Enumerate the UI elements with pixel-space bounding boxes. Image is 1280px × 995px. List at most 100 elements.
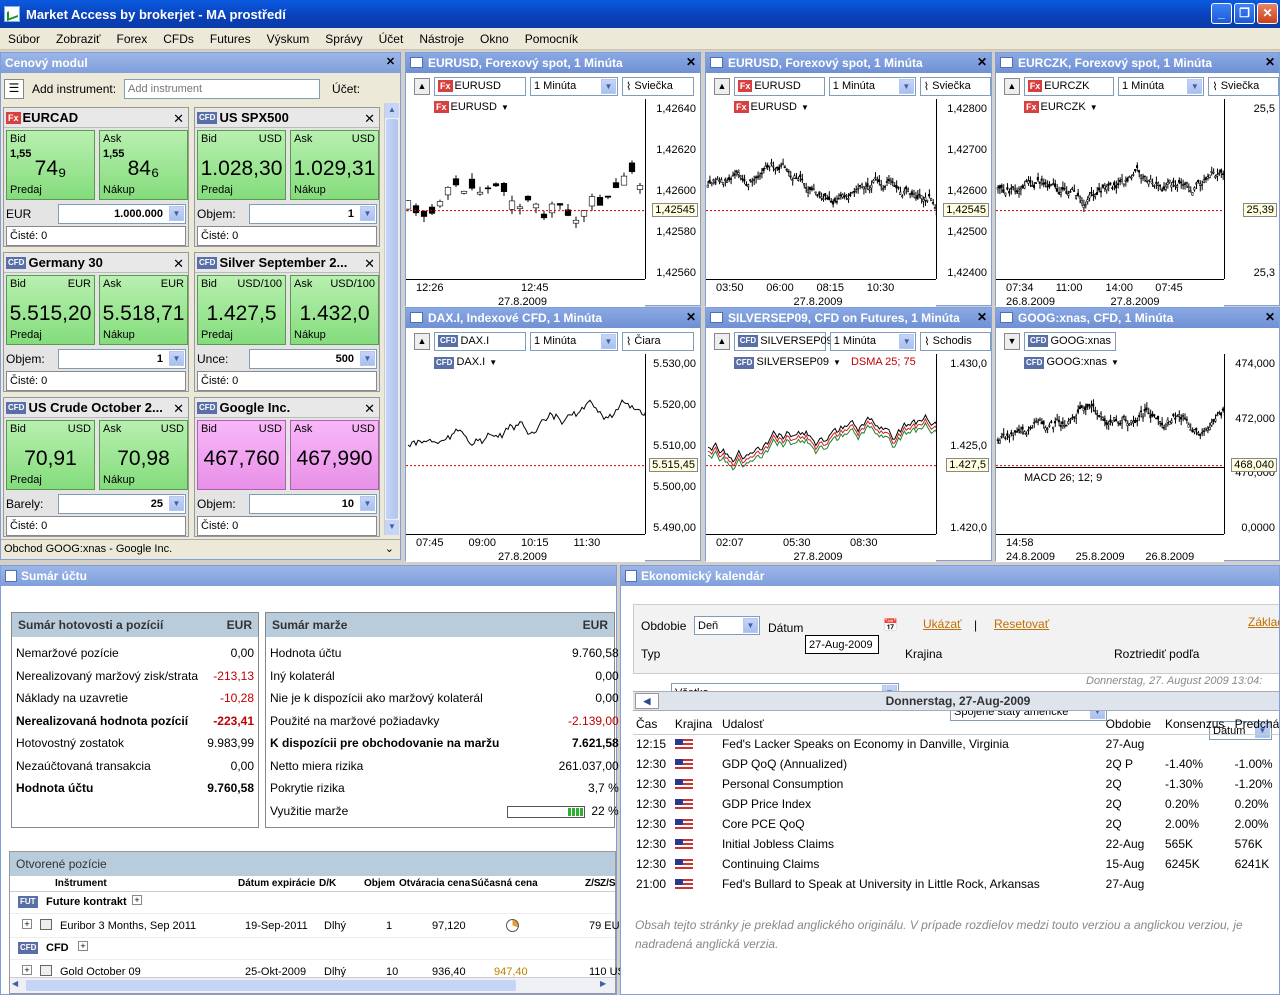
menu-item[interactable]: Pomocník: [517, 32, 586, 46]
instrument-header[interactable]: CFD US Crude October 2... ✕: [4, 398, 188, 418]
collapse-toolbar-icon[interactable]: ▲: [414, 332, 430, 350]
menu-item[interactable]: Zobraziť: [48, 32, 109, 46]
ask-button[interactable]: Ask USD 70,98 Nákup: [99, 420, 188, 490]
position-group[interactable]: FUT Future kontrakt +: [10, 892, 615, 914]
add-instrument-input[interactable]: [124, 78, 321, 99]
close-icon[interactable]: ✕: [977, 311, 987, 323]
timeframe-select[interactable]: 1 Minúta ▼: [828, 76, 916, 96]
chart-legend[interactable]: CFD DAX.I ▼: [434, 356, 498, 369]
scrollbar[interactable]: ▲ ▼: [384, 103, 399, 535]
quantity-input[interactable]: 1 ▼: [58, 349, 186, 369]
calendar-event-row[interactable]: 12:30 Core PCE QoQ 2Q 2.00% 2.00%: [633, 814, 1279, 834]
y-axis[interactable]: 1.430,0 1.425,0 1.420,0 1.427,5: [936, 354, 991, 534]
x-axis[interactable]: 12:26 12:45 27.8.2009: [406, 279, 645, 308]
chart-legend[interactable]: Fx EURUSD ▼: [434, 101, 509, 113]
reset-link[interactable]: Resetovať: [994, 617, 1049, 631]
chevron-down-icon[interactable]: ▼: [169, 496, 184, 511]
close-icon[interactable]: ✕: [686, 311, 696, 323]
instrument-header[interactable]: CFD US SPX500 ✕: [195, 108, 379, 128]
ask-button[interactable]: Ask USD/100 1.432,0 Nákup: [290, 275, 379, 345]
close-icon[interactable]: ✕: [364, 256, 375, 272]
chevron-down-icon[interactable]: ▼: [1187, 78, 1203, 94]
chart-type-select[interactable]: ⌇ Sviečka: [622, 76, 694, 96]
chevron-down-icon[interactable]: ▼: [169, 206, 184, 221]
x-axis[interactable]: 03:50 06:00 08:15 10:30 27.8.2009: [706, 279, 936, 308]
quantity-input[interactable]: 25 ▼: [58, 494, 186, 514]
calendar-column-header[interactable]: Krajina: [672, 714, 719, 734]
scroll-thumb[interactable]: [26, 980, 516, 991]
calendar-event-row[interactable]: 12:30 Continuing Claims 15-Aug 6245K 6241K: [633, 854, 1279, 874]
timeframe-select[interactable]: 1 Minúta ▼: [530, 331, 618, 351]
price-plot[interactable]: [706, 354, 937, 534]
column-header[interactable]: Dátum expirácie: [238, 878, 315, 889]
chevron-down-icon[interactable]: ▼: [833, 358, 841, 367]
chevron-down-icon[interactable]: ▼: [601, 333, 616, 349]
calendar-event-row[interactable]: 12:30 GDP QoQ (Annualized) 2Q P -1.40% -1.00…: [633, 754, 1279, 774]
chart-legend[interactable]: Fx EURCZK ▼: [1024, 101, 1098, 113]
column-header[interactable]: Z/S: [600, 878, 616, 889]
basic-link[interactable]: Základ: [1248, 615, 1279, 629]
scroll-left-icon[interactable]: ◀: [12, 979, 24, 992]
chevron-down-icon[interactable]: ▼: [743, 618, 758, 633]
expand-icon[interactable]: +: [22, 919, 32, 929]
calendar-column-header[interactable]: Predcház: [1232, 714, 1279, 734]
collapse-toolbar-icon[interactable]: ▼: [1004, 332, 1020, 350]
price-plot[interactable]: [996, 99, 1225, 279]
price-plot[interactable]: [406, 99, 646, 279]
quantity-input[interactable]: 10 ▼: [249, 494, 377, 514]
chevron-down-icon[interactable]: ▼: [360, 351, 375, 366]
calendar-column-header[interactable]: Konsenzus: [1162, 714, 1232, 734]
chart-type-select[interactable]: ⌇ Sviečka: [919, 76, 991, 96]
close-icon[interactable]: ✕: [364, 401, 375, 417]
chart-type-select[interactable]: ⌇ Čiara: [622, 331, 694, 351]
minimize-button[interactable]: _: [1211, 3, 1232, 24]
ask-button[interactable]: Ask USD 467,990: [290, 420, 379, 490]
collapse-toolbar-icon[interactable]: ▲: [714, 332, 730, 350]
chevron-down-icon[interactable]: ▼: [1111, 358, 1119, 367]
scroll-thumb[interactable]: [386, 119, 398, 519]
macd-legend[interactable]: MACD 26; 12; 9: [1024, 472, 1103, 484]
column-header[interactable]: Z/S: [585, 878, 601, 889]
chart-legend[interactable]: CFD GOOG:xnas ▼: [1024, 356, 1119, 369]
position-row[interactable]: + Euribor 3 Months, Sep 2011 19-Sep-2011 Dl…: [10, 914, 628, 938]
x-axis[interactable]: 07:34 11:00 14:00 07:45 26.8.2009 27.8.2009: [996, 279, 1224, 308]
quantity-input[interactable]: 1 ▼: [249, 204, 377, 224]
column-header[interactable]: Inštrument: [55, 878, 107, 889]
chevron-down-icon[interactable]: ▼: [501, 103, 509, 112]
x-axis[interactable]: 07:45 09:00 10:15 11:30 27.8.2009: [406, 534, 645, 563]
calendar-picker-icon[interactable]: 📅: [883, 618, 898, 632]
y-axis[interactable]: 25,5 25,3 25,39: [1224, 99, 1279, 279]
instrument-header[interactable]: CFD Google Inc. ✕: [195, 398, 379, 418]
instrument-tile[interactable]: Fx EURCAD ✕ Bid 1,55 74₉ Predaj Ask 1,55 84₆ Nákup…: [3, 107, 189, 247]
bid-button[interactable]: Bid USD 70,91 Predaj: [6, 420, 95, 490]
calendar-event-row[interactable]: 12:30 Personal Consumption 2Q -1.30% -1.20%: [633, 774, 1279, 794]
quantity-input[interactable]: 1.000.000 ▼: [58, 204, 186, 224]
close-icon[interactable]: ✕: [1265, 311, 1275, 323]
scroll-up-icon[interactable]: ▲: [385, 103, 399, 118]
chevron-down-icon[interactable]: ▼: [489, 358, 497, 367]
period-select[interactable]: Deň ▼: [694, 616, 760, 635]
chevron-down-icon[interactable]: ▼: [899, 333, 915, 349]
expand-icon[interactable]: +: [78, 941, 88, 951]
menu-item[interactable]: Futures: [202, 32, 259, 46]
instrument-tile[interactable]: CFD Silver September 2... ✕ Bid USD/100 1.427…: [194, 252, 380, 392]
chart-type-select[interactable]: ⌇ Schodis: [920, 331, 992, 351]
menu-item[interactable]: Správy: [317, 32, 370, 46]
timeframe-select[interactable]: 1 Minúta ▼: [1117, 76, 1205, 96]
ask-button[interactable]: Ask 1,55 84₆ Nákup: [99, 130, 188, 200]
menu-item[interactable]: CFDs: [155, 32, 202, 46]
ask-button[interactable]: Ask EUR 5.518,71 Nákup: [99, 275, 188, 345]
scroll-down-icon[interactable]: ▼: [385, 520, 399, 535]
menu-item[interactable]: Okno: [472, 32, 517, 46]
price-plot[interactable]: [996, 354, 1225, 534]
instrument-header[interactable]: CFD Silver September 2... ✕: [195, 253, 379, 273]
symbol-input[interactable]: CFD SILVERSEP09: [733, 331, 833, 351]
calendar-event-row[interactable]: 12:30 GDP Price Index 2Q 0.20% 0.20%: [633, 794, 1279, 814]
menu-item[interactable]: Forex: [109, 32, 156, 46]
y-axis[interactable]: 1,42800 1,42700 1,42600 1,42500 1,42400 1,425…: [936, 99, 991, 279]
symbol-input[interactable]: CFD GOOG:xnas: [1024, 331, 1116, 351]
close-icon[interactable]: ✕: [173, 401, 184, 417]
close-icon[interactable]: ✕: [173, 111, 184, 127]
close-icon[interactable]: ✕: [173, 256, 184, 272]
chevron-down-icon[interactable]: ▼: [601, 78, 616, 94]
